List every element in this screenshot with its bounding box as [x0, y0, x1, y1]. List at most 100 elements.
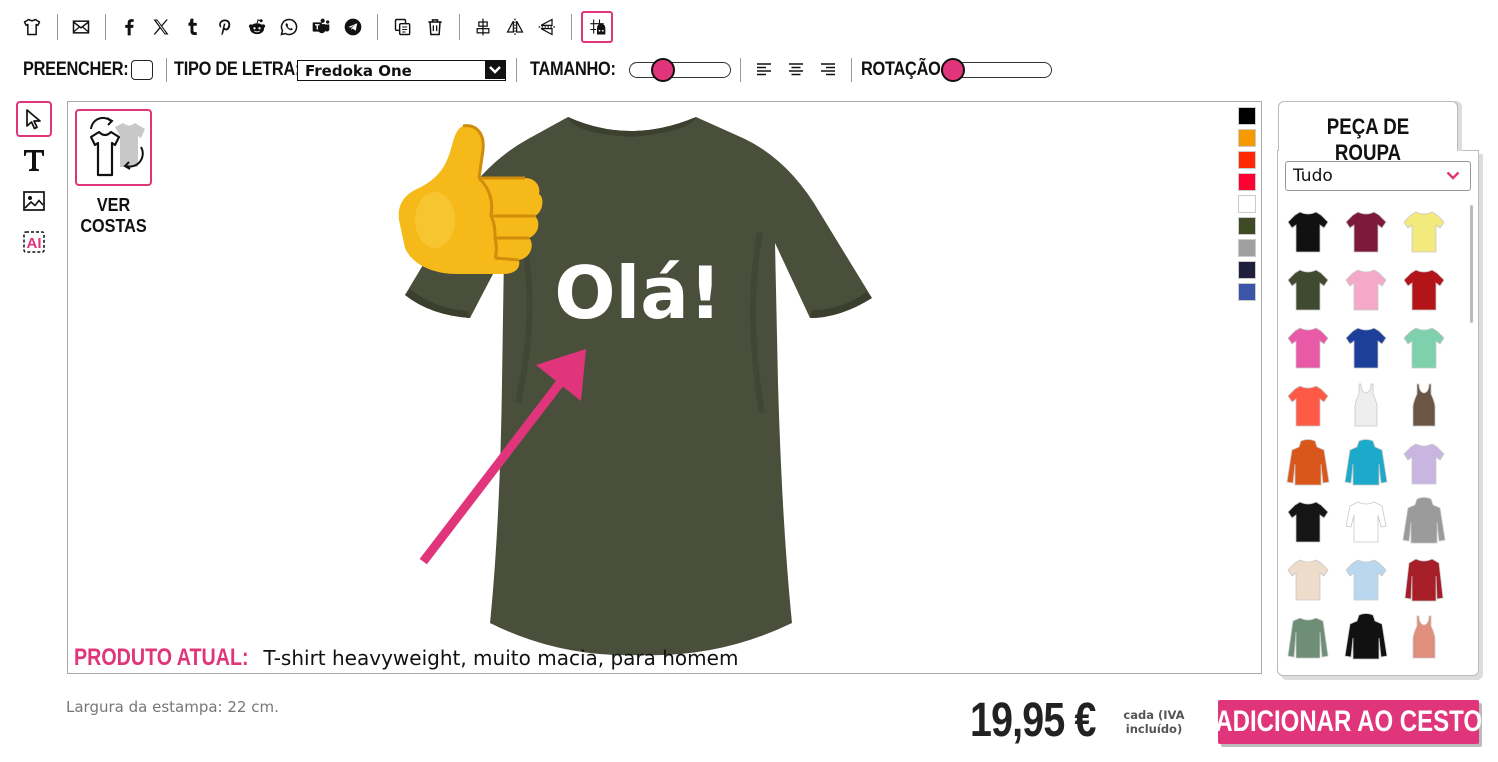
garment-item[interactable]: [1402, 206, 1446, 256]
garment-item[interactable]: [1286, 264, 1330, 314]
color-swatch[interactable]: [1238, 107, 1256, 125]
font-select[interactable]: Fredoka One: [297, 60, 506, 81]
x-icon[interactable]: [149, 14, 173, 40]
align-left-icon[interactable]: [754, 60, 774, 80]
garment-item[interactable]: [1286, 380, 1330, 430]
size-slider-thumb[interactable]: [650, 58, 675, 82]
tshirt-icon[interactable]: [20, 14, 44, 40]
email-icon[interactable]: [69, 14, 93, 40]
garment-item[interactable]: [1402, 380, 1446, 430]
category-select-value: Tudo: [1293, 166, 1333, 186]
copy-icon[interactable]: [391, 14, 415, 40]
chevron-down-icon: [485, 61, 505, 79]
vat-note-line2: incluído): [1125, 722, 1183, 736]
rotation-slider-thumb[interactable]: [941, 58, 965, 82]
color-swatch[interactable]: [1238, 129, 1256, 147]
design-text[interactable]: Olá!: [554, 251, 721, 335]
view-back-button[interactable]: [75, 109, 152, 186]
trash-icon[interactable]: [423, 14, 447, 40]
flip-shirt-icon: [89, 116, 145, 177]
garment-item[interactable]: [1286, 554, 1330, 604]
rotation-label: ROTAÇÃO:: [861, 59, 946, 80]
tab-garment[interactable]: PEÇA DE ROUPA: [1278, 101, 1458, 165]
size-slider[interactable]: [629, 62, 731, 78]
color-swatch[interactable]: [1238, 283, 1256, 301]
font-select-value: Fredoka One: [305, 62, 412, 80]
category-select[interactable]: Tudo: [1285, 161, 1471, 191]
garment-item[interactable]: [1402, 322, 1446, 372]
grid-snap-icon[interactable]: [581, 11, 613, 43]
select-tool[interactable]: [16, 101, 52, 137]
toolbar-divider: [377, 14, 378, 40]
telegram-icon[interactable]: [341, 14, 365, 40]
image-tool[interactable]: [16, 183, 52, 219]
toolbar-divider: [571, 14, 572, 40]
format-divider: [740, 58, 741, 82]
garment-item[interactable]: [1344, 380, 1388, 430]
garment-item[interactable]: [1286, 612, 1330, 662]
thumbs-up-icon[interactable]: [395, 120, 545, 278]
toolbar-divider: [57, 14, 58, 40]
text-icon: [24, 150, 44, 171]
ai-tool[interactable]: AI: [16, 224, 52, 260]
garment-item[interactable]: [1402, 554, 1446, 604]
text-tool[interactable]: [16, 142, 52, 178]
current-product-name: T-shirt heavyweight, muito macia, para h…: [263, 646, 739, 670]
fill-color-picker[interactable]: [131, 60, 153, 80]
tumblr-icon[interactable]: [181, 14, 205, 40]
format-divider: [516, 58, 517, 82]
format-divider: [851, 58, 852, 82]
image-icon: [23, 191, 45, 211]
view-back-label: VER COSTAS: [74, 195, 152, 237]
fill-label: PREENCHER:: [23, 59, 129, 80]
facebook-icon[interactable]: [117, 14, 141, 40]
flip-horizontal-icon[interactable]: [503, 14, 527, 40]
cursor-icon: [26, 109, 41, 130]
garment-item[interactable]: [1344, 496, 1388, 546]
garment-scrollbar[interactable]: [1470, 205, 1473, 323]
garment-item[interactable]: [1344, 554, 1388, 604]
garment-item[interactable]: [1286, 438, 1330, 488]
garment-item[interactable]: [1402, 264, 1446, 314]
garment-item[interactable]: [1286, 322, 1330, 372]
garment-item[interactable]: [1402, 496, 1446, 546]
color-swatch[interactable]: [1238, 239, 1256, 257]
color-swatch[interactable]: [1238, 173, 1256, 191]
add-to-cart-label: ADICIONAR AO CESTO: [1215, 705, 1482, 738]
garment-item[interactable]: [1402, 612, 1446, 662]
reddit-icon[interactable]: [245, 14, 269, 40]
align-center-text-icon[interactable]: [786, 60, 806, 80]
garment-item[interactable]: [1286, 496, 1330, 546]
garment-item[interactable]: [1344, 322, 1388, 372]
flip-vertical-icon[interactable]: [535, 14, 559, 40]
align-right-icon[interactable]: [818, 60, 838, 80]
color-swatch[interactable]: [1238, 151, 1256, 169]
add-to-cart-button[interactable]: ADICIONAR AO CESTO: [1215, 700, 1482, 744]
whatsapp-icon[interactable]: [277, 14, 301, 40]
garment-item[interactable]: [1344, 206, 1388, 256]
color-swatch[interactable]: [1238, 195, 1256, 213]
garment-item[interactable]: [1286, 206, 1330, 256]
format-divider: [166, 58, 167, 82]
color-swatch[interactable]: [1238, 261, 1256, 279]
garment-item[interactable]: [1344, 438, 1388, 488]
price: 19,95 €: [970, 694, 1096, 747]
garment-item[interactable]: [1344, 264, 1388, 314]
vat-note: cada (IVA incluído): [1120, 708, 1188, 736]
svg-text:AI: AI: [27, 235, 42, 252]
view-back-label-line2: COSTAS: [80, 216, 147, 236]
ai-icon: AI: [23, 231, 45, 253]
size-label: TAMANHO:: [530, 59, 616, 80]
view-back-label-line1: VER: [96, 195, 131, 215]
vat-note-line1: cada (IVA: [1123, 708, 1185, 722]
toolbar-divider: [105, 14, 106, 40]
garment-item[interactable]: [1402, 438, 1446, 488]
teams-icon[interactable]: [309, 14, 333, 40]
color-swatch[interactable]: [1238, 217, 1256, 235]
garment-item[interactable]: [1344, 612, 1388, 662]
current-product-label: PRODUTO ATUAL:: [74, 644, 249, 671]
pinterest-icon[interactable]: [213, 14, 237, 40]
toolbar-divider: [459, 14, 460, 40]
align-center-icon[interactable]: [471, 14, 495, 40]
font-label: TIPO DE LETRA:: [174, 59, 301, 80]
